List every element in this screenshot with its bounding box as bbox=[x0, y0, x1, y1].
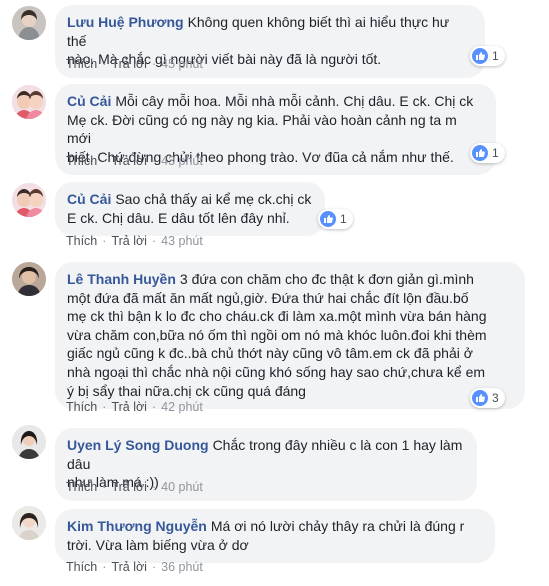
separator: · bbox=[102, 480, 107, 494]
separator: · bbox=[151, 400, 157, 414]
comment-author[interactable]: Kim Thương Nguyễn bbox=[67, 518, 207, 534]
reply-link[interactable]: Trả lời bbox=[111, 234, 147, 248]
comment-actions: Thích · Trả lời · 43 phút bbox=[66, 154, 203, 168]
comment-author[interactable]: Lê Thanh Huyền bbox=[67, 271, 176, 287]
comment-text: trời. Vừa làm biếng vừa ở dơ bbox=[67, 536, 249, 553]
reply-link[interactable]: Trả lời bbox=[111, 560, 147, 574]
comment-text: 3 đứa con chăm cho đc thật k đơn giản gì… bbox=[179, 271, 474, 287]
separator: · bbox=[151, 154, 157, 168]
like-link[interactable]: Thích bbox=[66, 480, 97, 494]
comment-text: nhà ngoại thì chắc nhà nội cũng khó sống… bbox=[67, 363, 486, 380]
comment-author[interactable]: Lưu Huệ Phương bbox=[67, 14, 184, 30]
separator: · bbox=[102, 400, 107, 414]
separator: · bbox=[102, 154, 107, 168]
comment-author[interactable]: Củ Cải bbox=[67, 93, 111, 109]
comment-bubble: Lê Thanh Huyền 3 đứa con chăm cho đc thật… bbox=[55, 262, 525, 410]
like-link[interactable]: Thích bbox=[66, 57, 97, 71]
like-reaction-icon bbox=[472, 145, 488, 161]
comment-time[interactable]: 45 phút bbox=[161, 57, 203, 71]
comment-bubble: Kim Thương Nguyễn Má ơi nó lười chảy thây… bbox=[55, 509, 495, 564]
comment-text: Mẹ ck. Đời cũng có ng này ng kia. Phải v… bbox=[67, 111, 457, 147]
reply-link[interactable]: Trả lời bbox=[111, 480, 147, 494]
woman-avatar-icon[interactable] bbox=[12, 262, 46, 296]
like-reaction-icon bbox=[472, 48, 488, 64]
separator: · bbox=[102, 57, 107, 71]
reaction-count[interactable]: 1 bbox=[470, 46, 505, 66]
woman-avatar-icon[interactable] bbox=[12, 425, 46, 459]
comment-text: Mỗi cây mỗi hoa. Mỗi nhà mỗi cảnh. Chị d… bbox=[115, 93, 474, 109]
comment-author[interactable]: Uyen Lý Song Duong bbox=[67, 437, 209, 453]
separator: · bbox=[151, 480, 157, 494]
like-link[interactable]: Thích bbox=[66, 400, 97, 414]
reaction-count[interactable]: 3 bbox=[470, 388, 505, 408]
female-avatar-icon[interactable] bbox=[12, 6, 46, 40]
separator: · bbox=[102, 234, 107, 248]
reply-link[interactable]: Trả lời bbox=[111, 57, 147, 71]
separator: · bbox=[102, 560, 107, 574]
comment-actions: Thích · Trả lời · 43 phút bbox=[66, 234, 203, 248]
comment-actions: Thích · Trả lời · 36 phút bbox=[66, 560, 203, 574]
comment-text: mẹ ck thì bận k lo đc cho cháu.ck đi làm… bbox=[67, 308, 487, 325]
like-link[interactable]: Thích bbox=[66, 560, 97, 574]
woman-avatar-icon[interactable] bbox=[12, 506, 46, 540]
comment-time[interactable]: 42 phút bbox=[161, 400, 203, 414]
reaction-count[interactable]: 1 bbox=[318, 209, 353, 229]
comment-author[interactable]: Củ Cải bbox=[67, 191, 111, 207]
comment-text: một đứa đã mất ăn mất ngủ,giờ. Đứa thứ h… bbox=[67, 289, 469, 306]
comment-time[interactable]: 43 phút bbox=[161, 154, 203, 168]
like-reaction-icon bbox=[320, 211, 336, 227]
reaction-count[interactable]: 1 bbox=[470, 143, 505, 163]
like-link[interactable]: Thích bbox=[66, 234, 97, 248]
comment-thread: Lưu Huệ Phương Không quen không biết thì … bbox=[0, 0, 549, 586]
comment-time[interactable]: 40 phút bbox=[161, 480, 203, 494]
reply-link[interactable]: Trả lời bbox=[111, 154, 147, 168]
comment-bubble: Củ Cải Sao chả thấy ai kể mẹ ck.chị ck E … bbox=[55, 182, 325, 237]
comment-actions: Thích · Trả lời · 45 phút bbox=[66, 57, 203, 71]
like-reaction-icon bbox=[472, 390, 488, 406]
comment-text: Sao chả thấy ai kể mẹ ck.chị ck bbox=[115, 191, 312, 207]
comment-text: vừa chăm con,bữa nó ốm thì ngồi om nó mà… bbox=[67, 326, 487, 343]
separator: · bbox=[151, 234, 157, 248]
comment-actions: Thích · Trả lời · 42 phút bbox=[66, 400, 203, 414]
reaction-count-value: 1 bbox=[492, 49, 499, 63]
comment-text: Má ơi nó lười chảy thây ra chửi là đúng … bbox=[210, 518, 465, 534]
like-link[interactable]: Thích bbox=[66, 154, 97, 168]
comment-text: ý bị sẩy thai nữa.chị ck cũng quá đáng bbox=[67, 382, 306, 399]
reply-link[interactable]: Trả lời bbox=[111, 400, 147, 414]
child-avatar-icon[interactable] bbox=[12, 85, 46, 119]
child-avatar-icon[interactable] bbox=[12, 183, 46, 217]
comment-text: giấc ngủ cũng k đc..bà chủ thớt này cũng… bbox=[67, 345, 473, 362]
comment-time[interactable]: 36 phút bbox=[161, 560, 203, 574]
separator: · bbox=[151, 560, 157, 574]
comment-time[interactable]: 43 phút bbox=[161, 234, 203, 248]
reaction-count-value: 3 bbox=[492, 391, 499, 405]
comment-actions: Thích · Trả lời · 40 phút bbox=[66, 480, 203, 494]
separator: · bbox=[151, 57, 157, 71]
reaction-count-value: 1 bbox=[340, 212, 347, 226]
reaction-count-value: 1 bbox=[492, 146, 499, 160]
comment-text: E ck. Chị dâu. E dâu tốt lên đây nhỉ. bbox=[67, 209, 290, 226]
